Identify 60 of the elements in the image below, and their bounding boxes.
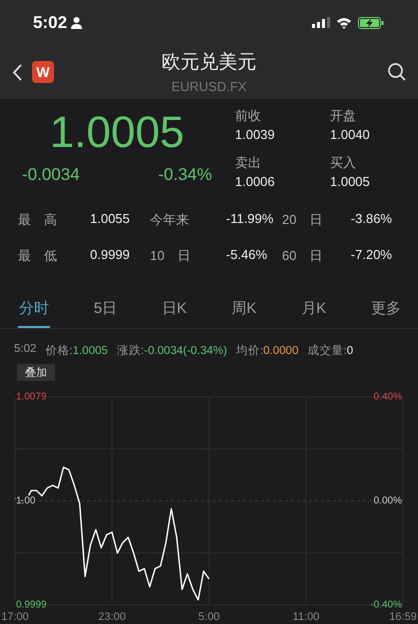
current-price: 1.0005 <box>48 107 186 159</box>
app-logo: W <box>32 61 54 83</box>
axis-tick-label: 1.0079 <box>16 392 47 403</box>
percent-label: -0.40% <box>370 600 402 611</box>
person-icon <box>71 16 82 28</box>
search-icon[interactable] <box>388 63 406 81</box>
nav-subtitle: EURUSD.FX <box>171 79 247 94</box>
axis-tick-label: 17:00 <box>1 611 29 623</box>
field-value: 1.0005 <box>330 174 371 189</box>
chart-tab[interactable]: 更多 <box>370 291 402 328</box>
axis-tick-label: 1.00 <box>16 496 36 507</box>
field-label: 开盘 <box>330 107 357 125</box>
stat-value: -5.46% <box>226 247 268 264</box>
stat-label: 最 高 <box>18 211 58 229</box>
stat-value: -11.99% <box>226 211 274 228</box>
percent-label: 0.40% <box>374 392 402 403</box>
overlay-button[interactable]: 叠加 <box>17 364 55 381</box>
info-value: 0 <box>346 345 354 357</box>
wifi-icon <box>336 16 352 28</box>
chart-tab[interactable]: 5日 <box>92 291 118 328</box>
stat-label: 今年来 <box>150 211 190 229</box>
field-label: 买入 <box>330 154 357 172</box>
info-label: 成交量: <box>307 345 347 357</box>
back-icon[interactable] <box>12 64 22 80</box>
info-label: 涨跌: <box>116 345 144 357</box>
info-label: 价格: <box>45 345 73 357</box>
chart-tab[interactable]: 分时 <box>18 291 50 328</box>
axis-tick-label: 0.9999 <box>16 600 47 611</box>
info-label: 均价: <box>236 345 264 357</box>
stat-label: 20 日 <box>282 211 324 229</box>
axis-tick-label: 23:00 <box>98 611 126 623</box>
stat-label: 最 低 <box>18 247 58 265</box>
axis-tick-label: 16:59 <box>389 611 417 623</box>
stat-value: -3.86% <box>350 211 392 228</box>
chart-tab[interactable]: 日K <box>160 291 188 328</box>
chart-tab[interactable]: 周K <box>230 291 258 328</box>
chart-tab[interactable]: 月K <box>300 291 328 328</box>
info-value: 1.0005 <box>72 345 108 357</box>
signal-icon <box>312 17 330 28</box>
field-value: 1.0006 <box>235 174 276 189</box>
price-change-percent: -0.34% <box>158 165 212 185</box>
percent-label: 0.00% <box>374 496 402 507</box>
stat-value: 0.9999 <box>90 247 131 264</box>
stat-label: 60 日 <box>282 247 324 265</box>
axis-tick-label: 11:00 <box>292 611 320 623</box>
info-value: -0.0034(-0.34%) <box>144 345 228 357</box>
info-value: 0.0000 <box>263 345 298 357</box>
field-value: 1.0040 <box>330 127 371 142</box>
nav-title: 欧元兑美元 <box>162 50 256 75</box>
field-value: 1.0039 <box>235 127 276 142</box>
battery-charging-icon <box>358 16 384 28</box>
stat-label: 10 日 <box>150 247 192 265</box>
axis-tick-label: 5:00 <box>198 611 220 623</box>
price-change: -0.0034 <box>22 165 80 185</box>
field-label: 卖出 <box>235 154 262 172</box>
field-label: 前收 <box>235 107 262 125</box>
stat-value: 1.0055 <box>90 211 131 228</box>
stat-value: -7.20% <box>350 247 392 264</box>
info-time: 5:02 <box>14 343 36 357</box>
status-time: 5:02 <box>33 12 68 32</box>
